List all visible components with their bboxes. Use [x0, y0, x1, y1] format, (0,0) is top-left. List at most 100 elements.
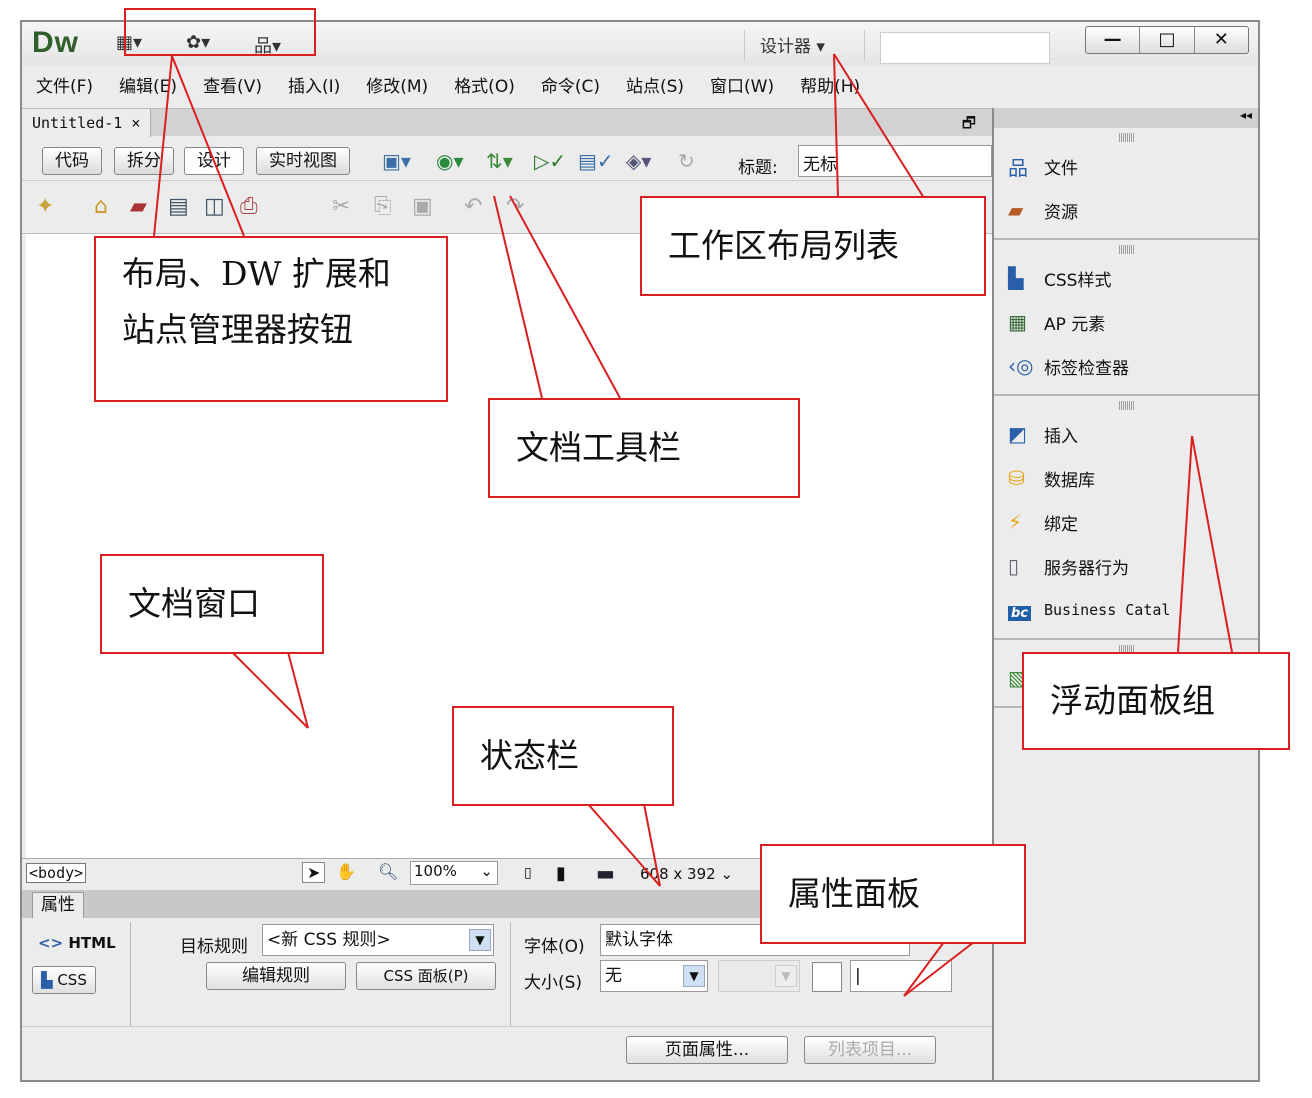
- chevron-down-icon: ▼: [683, 965, 705, 987]
- grip-handle[interactable]: ||||||||: [994, 402, 1258, 412]
- panel-item-insert[interactable]: ◩ 插入: [994, 412, 1258, 456]
- size-unit-select[interactable]: ▼: [718, 960, 800, 992]
- multiscreen-icon[interactable]: ▣▾: [382, 149, 411, 173]
- floating-panel-group: ◂◂ |||||||| 品文件 ▰ 资源 |||||||| ▙ CSS样式 ▦ AP …: [992, 108, 1258, 1080]
- css-mode-label: CSS: [57, 971, 87, 989]
- css-mode-button[interactable]: ▙ CSS: [32, 966, 96, 994]
- chevron-down-icon: ▾: [816, 37, 825, 57]
- maximize-button[interactable]: □: [1140, 27, 1195, 53]
- workspace-label: 设计器: [760, 37, 811, 57]
- save-icon[interactable]: ▤: [168, 194, 189, 219]
- title-label: 标题:: [738, 158, 778, 178]
- window-size[interactable]: 608 x 392 ⌄: [640, 865, 733, 883]
- document-tab-label: Untitled-1: [32, 114, 123, 132]
- redo-icon[interactable]: ↷: [506, 194, 524, 219]
- zoom-tool-icon[interactable]: 🔍︎: [378, 862, 398, 881]
- menu-modify[interactable]: 修改(M): [366, 72, 428, 97]
- size-label: 大小(S): [524, 973, 583, 993]
- window-controls: — □ ✕: [1085, 26, 1249, 54]
- list-item-button[interactable]: 列表项目...: [804, 1036, 936, 1064]
- edit-rule-button[interactable]: 编辑规则: [206, 962, 346, 990]
- grip-handle[interactable]: ||||||||: [994, 134, 1258, 144]
- tag-inspector-icon: ‹◎: [1008, 354, 1034, 378]
- new-file-icon[interactable]: ✦: [36, 194, 54, 219]
- cut-icon[interactable]: ✂: [332, 194, 350, 219]
- color-input[interactable]: |: [850, 960, 952, 992]
- code-view-button[interactable]: 代码: [42, 147, 102, 175]
- title-input[interactable]: 无标: [798, 145, 992, 177]
- target-rule-label: 目标规则: [180, 937, 248, 957]
- menu-site[interactable]: 站点(S): [626, 72, 684, 97]
- mobile-size-icon[interactable]: ▯: [524, 865, 532, 881]
- size-value: 无: [605, 966, 622, 986]
- menu-window[interactable]: 窗口(W): [710, 72, 774, 97]
- panel-item-label: 文件: [1044, 158, 1078, 179]
- desktop-size-icon[interactable]: ▬: [596, 861, 615, 885]
- zoom-value: 100%: [414, 862, 457, 880]
- close-button[interactable]: ✕: [1195, 27, 1248, 53]
- document-tab[interactable]: Untitled-1 ×: [22, 109, 152, 137]
- paste-icon[interactable]: ▣: [412, 194, 433, 219]
- grip-handle[interactable]: ||||||||: [994, 246, 1258, 256]
- menu-view[interactable]: 查看(V): [203, 72, 262, 97]
- collapse-icon[interactable]: ◂◂: [994, 108, 1258, 128]
- panel-item-label: 资源: [1044, 202, 1078, 223]
- panel-group-files: |||||||| 品文件 ▰ 资源: [994, 128, 1258, 240]
- panel-item-css-styles[interactable]: ▙ CSS样式: [994, 256, 1258, 300]
- divider: [744, 30, 745, 60]
- page-properties-button[interactable]: 页面属性...: [626, 1036, 788, 1064]
- split-view-button[interactable]: 拆分: [114, 147, 174, 175]
- w3c-validation-icon[interactable]: ▷✓: [534, 149, 566, 173]
- html-mode-button[interactable]: <> HTML: [38, 934, 116, 952]
- restore-icon[interactable]: 🗗: [962, 113, 976, 138]
- minimize-button[interactable]: —: [1086, 27, 1141, 53]
- window-size-value: 608 x 392: [640, 865, 716, 883]
- panel-item-label: 插入: [1044, 426, 1078, 447]
- panel-item-bindings[interactable]: ⚡ 绑定: [994, 500, 1258, 544]
- tag-selector[interactable]: <body>: [26, 863, 87, 883]
- panel-item-label: 绑定: [1044, 514, 1078, 535]
- menu-insert[interactable]: 插入(I): [288, 72, 340, 97]
- save-all-icon[interactable]: ◫: [204, 194, 225, 219]
- undo-icon[interactable]: ↶: [464, 194, 482, 219]
- live-view-button[interactable]: 实时视图: [256, 147, 350, 175]
- browser-preview-icon[interactable]: ◉▾: [436, 149, 464, 173]
- print-icon[interactable]: ⎙: [240, 194, 258, 219]
- panel-item-ap-elements[interactable]: ▦ AP 元素: [994, 300, 1258, 344]
- divider: [864, 30, 865, 60]
- visual-aids-icon[interactable]: ◈▾: [626, 149, 651, 173]
- panel-item-database[interactable]: ⛁ 数据库: [994, 456, 1258, 500]
- menu-help[interactable]: 帮助(H): [800, 72, 860, 97]
- menu-edit[interactable]: 编辑(E): [119, 72, 177, 97]
- workspace-switcher[interactable]: 设计器 ▾: [760, 32, 825, 57]
- browse-bridge-icon[interactable]: ▰: [130, 194, 147, 219]
- design-view-button[interactable]: 设计: [184, 147, 244, 175]
- refresh-icon[interactable]: ↻: [678, 149, 695, 173]
- callout-text: 布局、DW 扩展和: [122, 254, 391, 293]
- search-input[interactable]: [880, 32, 1050, 64]
- close-icon[interactable]: ×: [131, 114, 140, 132]
- files-icon: 品: [1008, 155, 1028, 180]
- menu-format[interactable]: 格式(O): [454, 72, 515, 97]
- file-management-icon[interactable]: ⇅▾: [486, 149, 513, 173]
- menu-commands[interactable]: 命令(C): [541, 72, 600, 97]
- menu-file[interactable]: 文件(F): [36, 72, 93, 97]
- properties-tab[interactable]: 属性: [32, 892, 84, 918]
- panel-item-server-behaviors[interactable]: ▯ 服务器行为: [994, 544, 1258, 588]
- copy-icon[interactable]: ⎘: [374, 194, 392, 219]
- target-rule-value: <新 CSS 规则>: [267, 930, 391, 950]
- zoom-select[interactable]: 100% ⌄: [410, 861, 498, 885]
- target-rule-select[interactable]: <新 CSS 规则> ▼: [262, 924, 494, 956]
- pointer-tool-icon[interactable]: ➤: [302, 862, 326, 883]
- panel-item-assets[interactable]: ▰ 资源: [994, 188, 1258, 232]
- check-page-icon[interactable]: ▤✓: [578, 149, 614, 173]
- panel-item-tag-inspector[interactable]: ‹◎ 标签检查器: [994, 344, 1258, 388]
- panel-item-business-catalyst[interactable]: bc Business Catal: [994, 588, 1258, 632]
- css-panel-button[interactable]: CSS 面板(P): [356, 962, 496, 990]
- tablet-size-icon[interactable]: ▮: [556, 863, 566, 884]
- open-icon[interactable]: ⌂: [94, 194, 108, 219]
- size-select[interactable]: 无 ▼: [600, 960, 708, 992]
- panel-item-files[interactable]: 品文件: [994, 144, 1258, 188]
- color-picker[interactable]: [812, 962, 842, 992]
- hand-tool-icon[interactable]: ✋: [336, 862, 356, 881]
